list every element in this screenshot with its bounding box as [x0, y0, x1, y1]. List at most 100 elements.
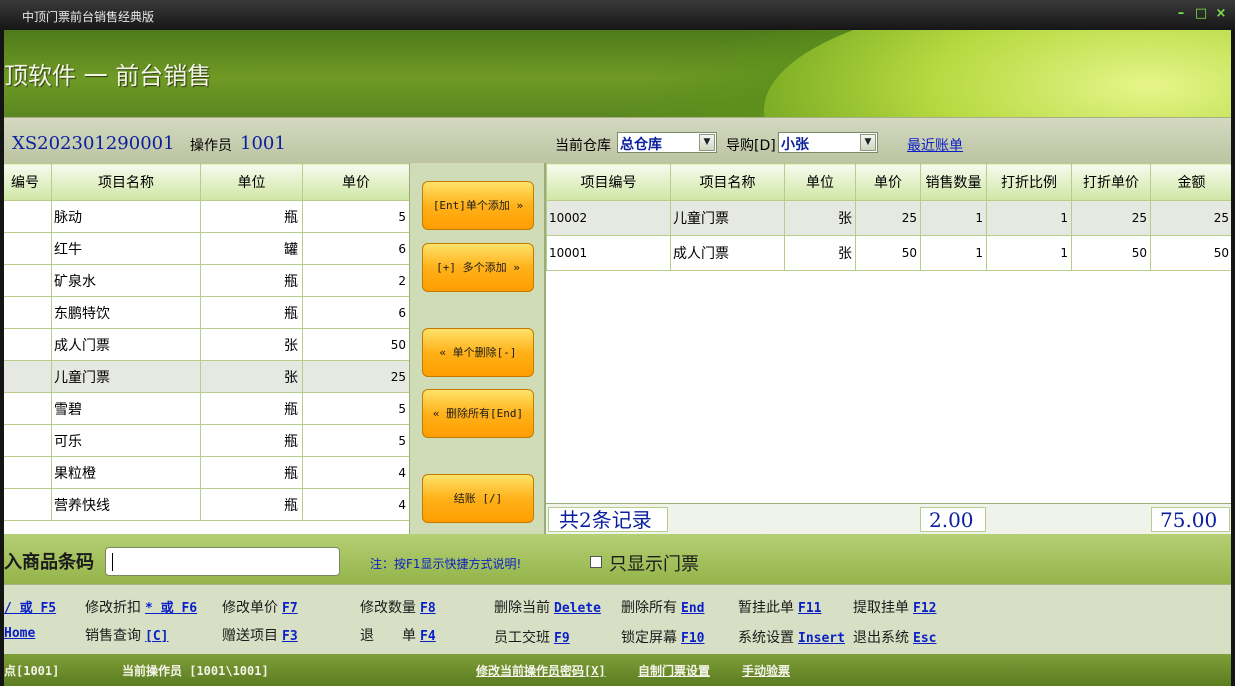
table-row[interactable]: 脉动瓶 5 — [4, 200, 409, 233]
delete-all-button[interactable]: « 删除所有[End] — [422, 389, 534, 438]
product-table: 编号 项目名称 单位 单价 脉动瓶 5 红牛罐 6 矿泉水瓶 2 东鹏特饮瓶 6 成人门… — [4, 163, 409, 521]
status-bar: 点[1001] 当前操作员 [1001\1001] 修改当前操作员密码[X] 自… — [4, 654, 1231, 686]
product-unit: 瓶 — [200, 200, 303, 233]
table-row[interactable]: 成人门票张 50 — [4, 328, 409, 361]
col-discount-price[interactable]: 打折单价 — [1071, 163, 1151, 201]
shortcut-item[interactable]: 退 单 F4 — [360, 625, 436, 645]
shortcut-item[interactable]: 提取挂单 F12 — [853, 597, 936, 617]
record-count: 共2条记录 — [548, 507, 668, 532]
delete-single-button[interactable]: « 单个删除[-] — [422, 328, 534, 377]
product-name: 成人门票 — [51, 328, 201, 361]
col-price[interactable]: 单价 — [302, 163, 409, 201]
shortcut-item[interactable]: Home — [0, 625, 35, 641]
table-row[interactable]: 红牛罐 6 — [4, 232, 409, 265]
warehouse-select[interactable]: 总仓库 ▼ — [617, 132, 717, 153]
shortcut-item[interactable]: 删除所有 End — [621, 597, 704, 617]
operator-value: 1001 — [240, 133, 286, 154]
amount-total: 75.00 — [1151, 507, 1230, 532]
shortcut-panel: / 或 F5 修改折扣 * 或 F6 修改单价 F7 修改数量 F8 删除当前 Dele… — [4, 584, 1231, 654]
shortcut-item[interactable]: 退出系统 Esc — [853, 627, 936, 647]
sale-qty: 1 — [920, 200, 987, 236]
shortcut-item[interactable]: 销售查询 [C] — [85, 625, 168, 645]
product-price: 2 — [302, 264, 409, 297]
sale-name: 成人门票 — [670, 235, 785, 271]
col-item-name[interactable]: 项目名称 — [670, 163, 785, 201]
order-number: XS202301290001 — [12, 133, 175, 154]
custom-ticket-link[interactable]: 自制门票设置 — [638, 662, 710, 679]
col-qty[interactable]: 销售数量 — [920, 163, 987, 201]
warehouse-select-value: 总仓库 — [620, 137, 662, 153]
product-price: 5 — [302, 424, 409, 457]
close-icon[interactable]: × — [1214, 7, 1228, 21]
col-code[interactable]: 编号 — [4, 163, 52, 201]
col-unit[interactable]: 单位 — [200, 163, 303, 201]
shortcut-item[interactable]: 赠送项目 F3 — [222, 625, 298, 645]
add-multiple-button[interactable]: [+] 多个添加 » — [422, 243, 534, 292]
guide-select[interactable]: 小张 ▼ — [778, 132, 878, 153]
table-row-selected[interactable]: 10002 儿童门票 张 25 1 1 25 25 — [546, 200, 1231, 236]
shortcut-item[interactable]: / 或 F5 — [0, 597, 56, 616]
product-unit: 瓶 — [200, 456, 303, 489]
window-title: 中顶门票前台销售经典版 — [22, 10, 155, 24]
col-item-code[interactable]: 项目编号 — [546, 163, 671, 201]
product-name: 矿泉水 — [51, 264, 201, 297]
product-name: 脉动 — [51, 200, 201, 233]
table-row[interactable]: 果粒橙瓶 4 — [4, 456, 409, 489]
product-unit: 瓶 — [200, 296, 303, 329]
sale-ratio: 1 — [986, 200, 1072, 236]
table-row[interactable]: 可乐瓶 5 — [4, 424, 409, 457]
table-row[interactable]: 东鹏特饮瓶 6 — [4, 296, 409, 329]
product-unit: 瓶 — [200, 424, 303, 457]
product-price: 5 — [302, 392, 409, 425]
title-bar: 中顶门票前台销售经典版 – □ × — [0, 0, 1235, 30]
only-ticket-label[interactable]: 只显示门票 — [609, 550, 699, 576]
product-price: 50 — [302, 328, 409, 361]
product-price: 4 — [302, 456, 409, 489]
change-password-link[interactable]: 修改当前操作员密码[X] — [476, 662, 606, 679]
current-operator: 当前操作员 [1001\1001] — [122, 664, 269, 678]
sale-table-header: 项目编号 项目名称 单位 单价 销售数量 打折比例 打折单价 金额 — [546, 163, 1231, 201]
barcode-input[interactable] — [105, 547, 340, 576]
product-name: 可乐 — [51, 424, 201, 457]
sale-unit: 张 — [784, 235, 856, 271]
add-single-button[interactable]: [Ent]单个添加 » — [422, 181, 534, 230]
table-row[interactable]: 矿泉水瓶 2 — [4, 264, 409, 297]
only-ticket-checkbox[interactable] — [590, 556, 602, 568]
col-unit[interactable]: 单位 — [784, 163, 856, 201]
shortcut-item[interactable]: 修改折扣 * 或 F6 — [85, 597, 197, 617]
col-name[interactable]: 项目名称 — [51, 163, 201, 201]
shortcut-item[interactable]: 删除当前 Delete — [494, 597, 601, 617]
sale-amount: 50 — [1150, 235, 1231, 271]
product-unit: 罐 — [200, 232, 303, 265]
maximize-icon[interactable]: □ — [1194, 7, 1208, 21]
chevron-down-icon: ▼ — [699, 134, 715, 151]
sale-price: 50 — [855, 235, 921, 271]
minimize-icon[interactable]: – — [1174, 7, 1188, 21]
recent-bills-link[interactable]: 最近账单 — [907, 135, 963, 155]
sale-qty: 1 — [920, 235, 987, 271]
product-table-header: 编号 项目名称 单位 单价 — [4, 163, 409, 201]
sale-amount: 25 — [1150, 200, 1231, 236]
col-discount-ratio[interactable]: 打折比例 — [986, 163, 1072, 201]
sale-code: 10001 — [546, 235, 671, 271]
shortcut-item[interactable]: 修改数量 F8 — [360, 597, 436, 617]
shortcut-item[interactable]: 修改单价 F7 — [222, 597, 298, 617]
table-row-selected[interactable]: 儿童门票张 25 — [4, 360, 409, 393]
sale-price: 25 — [855, 200, 921, 236]
shortcut-item[interactable]: 暂挂此单 F11 — [738, 597, 821, 617]
manual-check-link[interactable]: 手动验票 — [742, 662, 790, 679]
table-row[interactable]: 营养快线瓶 4 — [4, 488, 409, 521]
product-unit: 瓶 — [200, 264, 303, 297]
col-price[interactable]: 单价 — [855, 163, 921, 201]
table-row[interactable]: 10001 成人门票 张 50 1 1 50 50 — [546, 235, 1231, 271]
shortcut-item[interactable]: 员工交班 F9 — [494, 627, 570, 647]
station-point: 点[1001] — [4, 664, 60, 678]
table-row[interactable]: 雪碧瓶 5 — [4, 392, 409, 425]
checkout-button[interactable]: 结账 [/] — [422, 474, 534, 523]
col-amount[interactable]: 金额 — [1150, 163, 1231, 201]
shortcut-item[interactable]: 锁定屏幕 F10 — [621, 627, 704, 647]
shortcut-item[interactable]: 系统设置 Insert — [738, 627, 845, 647]
qty-total: 2.00 — [920, 507, 986, 532]
sale-disc-price: 25 — [1071, 200, 1151, 236]
operator-label: 操作员 — [190, 138, 232, 154]
